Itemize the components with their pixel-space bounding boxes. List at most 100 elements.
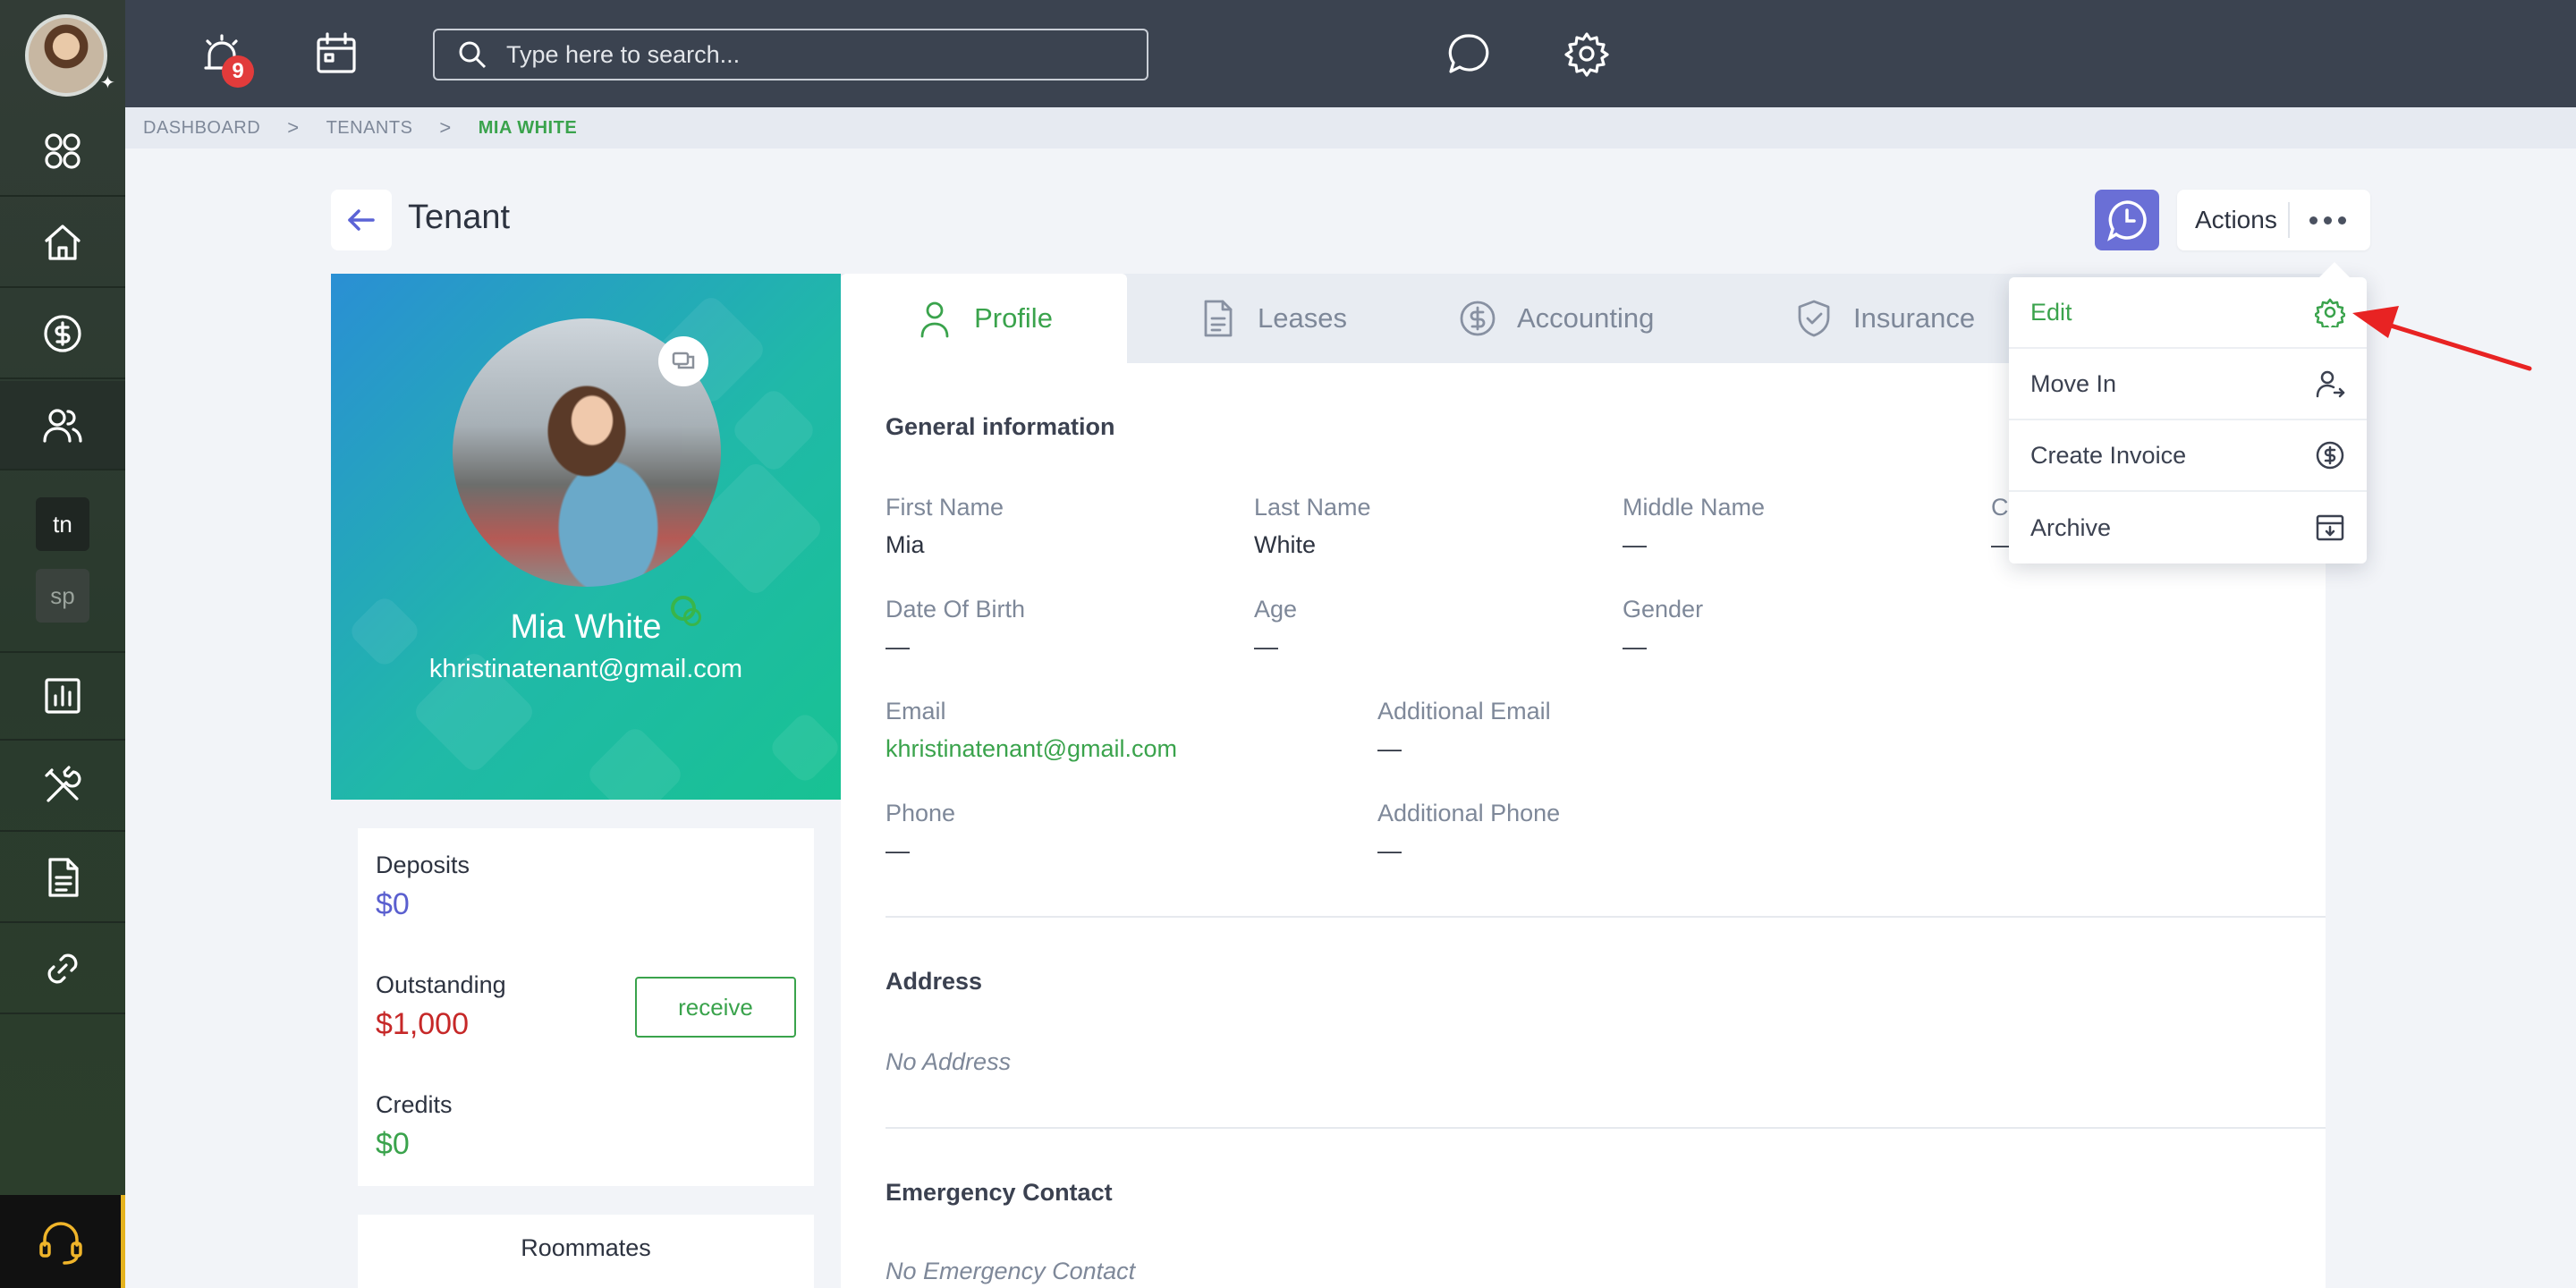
last-name-label: Last Name: [1254, 494, 1371, 521]
settings-button[interactable]: [1560, 27, 1614, 80]
email-link[interactable]: khristinatenant@gmail.com: [886, 735, 1177, 763]
dollar-icon: [2316, 441, 2344, 470]
email-label: Email: [886, 698, 946, 724]
tab-profile[interactable]: Profile: [841, 274, 1127, 363]
tab-insurance[interactable]: Insurance: [1794, 274, 1975, 363]
actions-dropdown-menu: Edit Move In Create Invoice Archive: [2009, 277, 2367, 564]
actions-button[interactable]: Actions: [2177, 190, 2370, 250]
support-button[interactable]: [0, 1195, 125, 1288]
top-bar: 9: [125, 0, 2576, 107]
first-name-value: Mia: [886, 531, 925, 558]
actions-label: Actions: [2177, 202, 2290, 238]
sidebar: ✦ tn sp: [0, 0, 125, 1288]
receive-button[interactable]: receive: [635, 977, 796, 1038]
person-arrow-icon: [2316, 370, 2345, 398]
dollar-icon: [1460, 301, 1496, 336]
phone-label: Phone: [886, 800, 956, 826]
deposits-value: $0: [376, 887, 410, 921]
emergency-contact-title: Emergency Contact: [886, 1179, 1113, 1206]
sidebar-item-maintenance[interactable]: [0, 742, 125, 832]
menu-item-edit[interactable]: Edit: [2009, 277, 2367, 349]
middle-name-value: —: [1623, 531, 1647, 558]
people-icon: [43, 409, 82, 443]
photo-chat-button[interactable]: [658, 336, 708, 386]
menu-item-create-invoice[interactable]: Create Invoice: [2009, 420, 2367, 492]
tools-icon: [45, 766, 81, 802]
credits-label: Credits: [376, 1091, 453, 1118]
additional-email-value: —: [1377, 735, 1402, 762]
first-name-label: First Name: [886, 494, 1004, 521]
tab-profile-label: Profile: [974, 302, 1053, 334]
search-icon: [459, 41, 487, 69]
additional-phone-label: Additional Phone: [1377, 800, 1561, 826]
arrow-left-icon: [348, 209, 375, 231]
search-input[interactable]: [506, 40, 1132, 69]
link-icon: [47, 953, 78, 984]
search-box[interactable]: [433, 29, 1148, 80]
document-icon: [48, 858, 79, 897]
calendar-button[interactable]: [309, 27, 363, 80]
age-label: Age: [1254, 596, 1298, 623]
phone-value: —: [886, 837, 910, 864]
sidebar-item-documents[interactable]: [0, 834, 125, 923]
tab-leases-label: Leases: [1258, 302, 1347, 334]
outstanding-value: $1,000: [376, 1007, 469, 1041]
breadcrumb-tenants[interactable]: TENANTS: [326, 118, 413, 139]
notification-count-badge: 9: [222, 55, 254, 88]
profile-card: Mia White khristinatenant@gmail.com: [331, 274, 841, 800]
general-information-title: General information: [886, 413, 1115, 440]
workspace-chip-sp[interactable]: sp: [36, 569, 89, 623]
roommates-title: Roommates: [521, 1234, 651, 1261]
tab-accounting[interactable]: Accounting: [1458, 274, 1654, 363]
clock-chat-icon: [2107, 200, 2147, 242]
chat-button[interactable]: [1442, 27, 1496, 80]
address-title: Address: [886, 968, 983, 995]
sidebar-item-reports[interactable]: [0, 651, 125, 741]
home-icon: [45, 225, 80, 260]
tenant-email: khristinatenant@gmail.com: [428, 655, 743, 683]
credits-value: $0: [376, 1127, 410, 1161]
history-button[interactable]: [2095, 190, 2159, 250]
gender-label: Gender: [1623, 596, 1704, 623]
tab-leases[interactable]: Leases: [1199, 274, 1347, 363]
menu-item-archive[interactable]: Archive: [2009, 492, 2367, 564]
deposits-label: Deposits: [376, 852, 470, 878]
back-button[interactable]: [331, 190, 392, 250]
more-dots-icon[interactable]: [2309, 216, 2346, 225]
calendar-icon: [317, 32, 356, 73]
tab-insurance-label: Insurance: [1853, 302, 1976, 334]
gear-icon: [2315, 298, 2345, 327]
archive-icon: [2316, 514, 2344, 541]
user-avatar[interactable]: [25, 14, 107, 97]
chart-icon: [45, 678, 80, 714]
dollar-icon: [44, 315, 81, 352]
sidebar-item-accounting[interactable]: [0, 290, 125, 379]
sidebar-item-home[interactable]: [0, 199, 125, 288]
tab-accounting-label: Accounting: [1517, 302, 1655, 334]
headset-icon: [38, 1222, 82, 1265]
additional-email-label: Additional Email: [1377, 698, 1551, 724]
dob-label: Date Of Birth: [886, 596, 1026, 623]
chat-icon: [672, 352, 695, 369]
breadcrumb: DASHBOARD > TENANTS > MIA WHITE: [125, 107, 2576, 148]
breadcrumb-dashboard[interactable]: DASHBOARD: [143, 118, 260, 139]
balances-panel: Deposits $0 Outstanding $1,000 receive C…: [358, 828, 814, 1186]
menu-item-move-in-label: Move In: [2030, 369, 2117, 397]
middle-name-label: Middle Name: [1623, 494, 1766, 521]
workspace-chip-tn[interactable]: tn: [36, 497, 89, 551]
pin-icon[interactable]: ✦: [100, 72, 123, 95]
breadcrumb-separator: >: [287, 116, 300, 139]
dob-value: —: [886, 633, 910, 660]
breadcrumb-current: MIA WHITE: [478, 117, 578, 138]
person-icon: [920, 301, 949, 338]
outstanding-label: Outstanding: [376, 971, 506, 998]
age-value: —: [1254, 633, 1278, 660]
shield-icon: [1798, 300, 1830, 337]
sidebar-item-tenants[interactable]: [0, 381, 125, 470]
additional-phone-value: —: [1377, 837, 1402, 864]
section-divider: [886, 916, 2326, 918]
sidebar-item-apps[interactable]: [0, 107, 125, 197]
sidebar-item-links[interactable]: [0, 925, 125, 1014]
menu-item-move-in[interactable]: Move In: [2009, 349, 2367, 420]
no-address-text: No Address: [886, 1048, 1012, 1075]
